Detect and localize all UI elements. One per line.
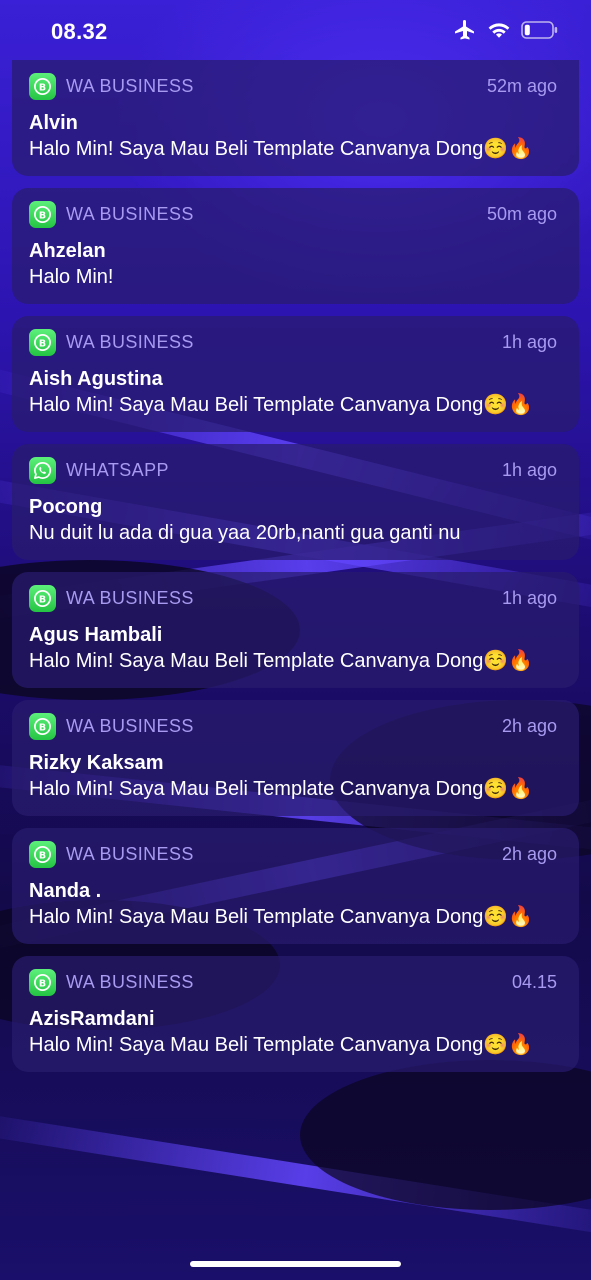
svg-text:B: B	[39, 850, 46, 861]
sender-name: Ahzelan	[29, 240, 106, 262]
whatsapp-icon	[29, 456, 56, 484]
message-preview: Nu duit lu ada di gua yaa 20rb,nanti gua…	[29, 522, 461, 544]
notification-card[interactable]: B WA BUSINESS 1h ago Aish Agustina Halo …	[12, 316, 579, 432]
sender-name: Aish Agustina	[29, 368, 163, 390]
notification-time: 2h ago	[501, 843, 557, 864]
whatsapp-business-icon: B	[29, 72, 56, 100]
notification-time: 04.15	[511, 971, 557, 992]
notification-list[interactable]: B WA BUSINESS 52m ago Alvin Halo Min! Sa…	[12, 60, 579, 1084]
app-name: WHATSAPP	[66, 459, 169, 480]
app-name: WA BUSINESS	[66, 75, 194, 96]
svg-text:B: B	[39, 210, 46, 221]
notification-card[interactable]: WHATSAPP 1h ago Pocong Nu duit lu ada di…	[12, 444, 579, 560]
whatsapp-business-icon: B	[29, 968, 56, 996]
whatsapp-business-icon: B	[29, 200, 56, 228]
svg-text:B: B	[39, 82, 46, 93]
message-preview: Halo Min!	[29, 266, 114, 288]
message-preview: Halo Min! Saya Mau Beli Template Canvany…	[29, 650, 534, 672]
sender-name: Alvin	[29, 112, 78, 134]
whatsapp-business-icon: B	[29, 840, 56, 868]
app-name: WA BUSINESS	[66, 203, 194, 224]
status-bar: 08.32	[0, 0, 591, 62]
sender-name: Pocong	[29, 496, 103, 518]
wifi-icon	[487, 20, 511, 45]
status-icons	[453, 18, 559, 47]
notification-time: 1h ago	[501, 587, 557, 608]
notification-time: 1h ago	[501, 459, 557, 480]
notification-time: 50m ago	[486, 203, 557, 224]
battery-icon	[521, 20, 559, 45]
app-name: WA BUSINESS	[66, 587, 194, 608]
svg-text:B: B	[39, 338, 46, 349]
status-time: 08.32	[51, 19, 108, 44]
airplane-icon	[453, 18, 477, 47]
whatsapp-business-icon: B	[29, 328, 56, 356]
notification-card[interactable]: B WA BUSINESS 2h ago Nanda . Halo Min! S…	[12, 828, 579, 944]
sender-name: Rizky Kaksam	[29, 752, 164, 774]
notification-card[interactable]: B WA BUSINESS 2h ago Rizky Kaksam Halo M…	[12, 700, 579, 816]
notification-card[interactable]: B WA BUSINESS 1h ago Agus Hambali Halo M…	[12, 572, 579, 688]
message-preview: Halo Min! Saya Mau Beli Template Canvany…	[29, 138, 534, 160]
sender-name: AzisRamdani	[29, 1008, 155, 1030]
svg-text:B: B	[39, 722, 46, 733]
notification-time: 52m ago	[486, 75, 557, 96]
notification-card[interactable]: B WA BUSINESS 52m ago Alvin Halo Min! Sa…	[12, 60, 579, 176]
whatsapp-business-icon: B	[29, 712, 56, 740]
message-preview: Halo Min! Saya Mau Beli Template Canvany…	[29, 394, 534, 416]
message-preview: Halo Min! Saya Mau Beli Template Canvany…	[29, 778, 534, 800]
svg-text:B: B	[39, 594, 46, 605]
svg-text:B: B	[39, 978, 46, 989]
message-preview: Halo Min! Saya Mau Beli Template Canvany…	[29, 1034, 534, 1056]
notification-time: 2h ago	[501, 715, 557, 736]
notification-card[interactable]: B WA BUSINESS 04.15 AzisRamdani Halo Min…	[12, 956, 579, 1072]
whatsapp-business-icon: B	[29, 584, 56, 612]
message-preview: Halo Min! Saya Mau Beli Template Canvany…	[29, 906, 534, 928]
home-indicator[interactable]	[190, 1261, 401, 1267]
sender-name: Agus Hambali	[29, 624, 163, 646]
app-name: WA BUSINESS	[66, 331, 194, 352]
app-name: WA BUSINESS	[66, 715, 194, 736]
app-name: WA BUSINESS	[66, 971, 194, 992]
notification-card[interactable]: B WA BUSINESS 50m ago Ahzelan Halo Min!	[12, 188, 579, 304]
sender-name: Nanda .	[29, 880, 102, 902]
notification-time: 1h ago	[501, 331, 557, 352]
app-name: WA BUSINESS	[66, 843, 194, 864]
